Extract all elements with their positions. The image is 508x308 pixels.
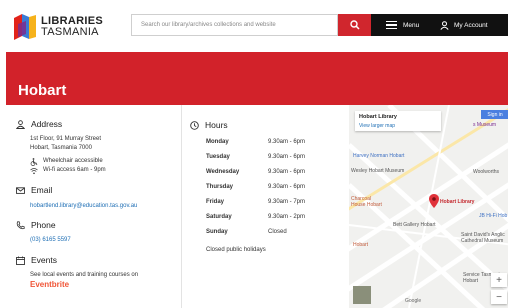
library-details: Address 1st Floor, 91 Murray Street Hoba… [6,105,508,308]
page-title: Hobart [18,82,67,99]
hours-heading: Hours [190,120,228,130]
map-pin-icon [429,194,439,208]
hours-day: Tuesday [206,154,230,160]
site-header: LIBRARIES TASMANIA Search our library/ar… [0,0,508,52]
logo-text: LIBRARIES TASMANIA [41,16,103,38]
map-label-jb-hifi: JB Hi-Fi Hob [479,213,508,219]
events-heading: Events [16,255,57,265]
hours-row: Sunday Closed [206,229,346,239]
phone-heading-label: Phone [31,220,56,230]
hours-time: 9.30am - 6pm [268,169,306,175]
wheelchair-label: Wheelchair accessible [43,158,103,164]
search-input[interactable]: Search our library/archives collections … [131,14,338,36]
map-sign-in-label: Sign in [487,111,503,118]
location-map[interactable]: Hobart Library View larger map Sign in s… [349,105,508,308]
hours-day: Sunday [206,229,228,235]
menu-label: Menu [403,21,420,29]
map-zoom-in-button[interactable]: + [491,273,507,287]
page-hero-banner: Hobart [6,52,508,105]
hours-row: Friday 9.30am - 7pm [206,199,346,209]
my-account-label: My Account [454,21,488,29]
hours-day: Saturday [206,214,232,220]
hours-row: Saturday 9.30am - 2pm [206,214,346,224]
wheelchair-icon [30,157,38,166]
address-heading-label: Address [31,119,63,129]
hours-time: 9.30am - 6pm [268,139,306,145]
calendar-icon [16,256,25,265]
eventbrite-link[interactable]: Eventbrite [30,280,69,289]
phone-link[interactable]: (03) 6165 5597 [30,237,71,243]
logo-mark-icon [14,14,36,40]
hamburger-icon [386,21,397,29]
hours-time: 9.30am - 7pm [268,199,306,205]
hours-time: Closed [268,229,287,235]
hours-day: Thursday [206,184,234,190]
map-sign-in-button[interactable]: Sign in [481,110,508,119]
address-line2: Hobart, Tasmania 7000 [30,145,92,151]
wifi-row: Wi-fi access 6am - 9pm [30,166,106,175]
hours-time: 9.30am - 6pm [268,184,306,190]
phone-heading: Phone [16,220,56,230]
public-holidays-note: Closed public holidays [206,247,266,253]
my-account-button[interactable]: My Account [428,14,508,36]
user-icon [440,20,449,30]
google-logo: Google [405,298,422,304]
libraries-tasmania-logo[interactable]: LIBRARIES TASMANIA [14,14,124,40]
hours-time: 9.30am - 2pm [268,214,306,220]
search-button[interactable] [338,14,371,36]
person-icon [16,119,25,129]
map-place-card: Hobart Library View larger map [355,111,441,131]
hours-row: Monday 9.30am - 6pm [206,139,346,149]
map-label-hobart-library: Hobart Library [440,199,475,205]
map-card-title: Hobart Library [359,114,397,120]
hours-day: Monday [206,139,229,145]
map-label-hobart: Hobart [353,242,369,248]
map-label-woolworths: Woolworths [473,169,500,175]
map-zoom-out-button[interactable]: − [491,290,507,304]
hours-row: Thursday 9.30am - 6pm [206,184,346,194]
hours-row: Tuesday 9.30am - 6pm [206,154,346,164]
map-label-wesley: Wesley Hobart Museum [351,168,405,174]
hours-row: Wednesday 9.30am - 6pm [206,169,346,179]
events-text: See local events and training courses on [30,272,139,278]
hours-day: Wednesday [206,169,240,175]
email-link[interactable]: hobartlend.library@education.tas.gov.au [30,203,137,209]
logo-line2: TASMANIA [41,26,99,38]
wifi-icon [30,167,38,174]
address-heading: Address [16,119,62,129]
hours-heading-label: Hours [205,120,228,130]
email-heading: Email [16,185,52,195]
menu-button[interactable]: Menu [371,14,428,36]
map-label-museum: s Museum [473,122,497,128]
phone-icon [16,220,25,229]
clock-icon [190,120,199,130]
map-label-bett-gallery: Bett Gallery Hobart [393,222,436,228]
map-label-saint-davids: Saint David's Anglic Cathedral Museum [461,232,505,244]
hours-column: Hours Monday 9.30am - 6pm Tuesday 9.30am… [181,105,349,308]
email-heading-label: Email [31,185,53,195]
address-line1: 1st Floor, 91 Murray Street [30,136,102,142]
wheelchair-row: Wheelchair accessible [30,157,103,166]
envelope-icon [16,186,25,194]
hours-day: Friday [206,199,225,205]
events-heading-label: Events [31,255,57,265]
map-label-harvey: Harvey Norman Hobart [353,153,405,159]
wifi-label: Wi-fi access 6am - 9pm [43,167,106,173]
hours-time: 9.30am - 6pm [268,154,306,160]
view-larger-map-link[interactable]: View larger map [359,123,395,129]
map-label-charcoal: Charcoal House Hobart [351,196,382,208]
search-icon [349,20,360,30]
contact-column: Address 1st Floor, 91 Murray Street Hoba… [12,105,181,308]
